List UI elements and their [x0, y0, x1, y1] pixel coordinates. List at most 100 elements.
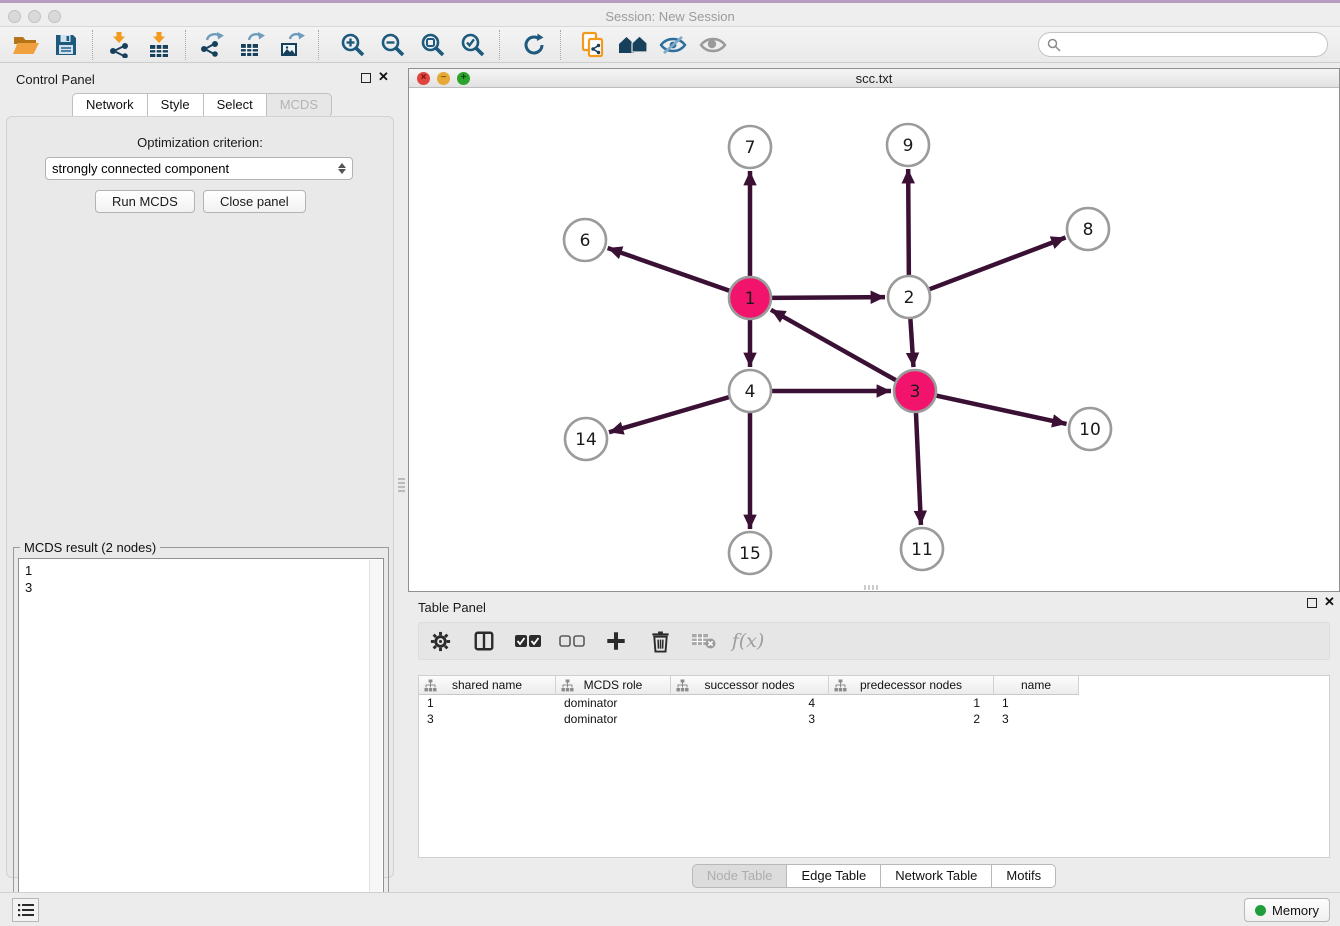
column-label: shared name — [452, 678, 522, 692]
run-mcds-button[interactable]: Run MCDS — [95, 190, 195, 213]
cell-successor-nodes[interactable]: 4 — [671, 695, 829, 711]
node-label-1: 1 — [745, 289, 756, 309]
hide-selected-icon[interactable] — [653, 29, 693, 61]
control-panel-header: Control Panel ✕ — [0, 63, 404, 93]
cell-shared-name[interactable]: 3 — [419, 711, 556, 727]
table-panel-tabs: Node TableEdge TableNetwork TableMotifs — [408, 864, 1340, 888]
node-table-rows: 1dominator4113dominator323 — [419, 695, 1329, 727]
copy-network-icon[interactable] — [573, 29, 613, 61]
cell-name[interactable]: 3 — [994, 711, 1079, 727]
column-label: predecessor nodes — [860, 678, 962, 692]
criterion-dropdown[interactable]: strongly connected component — [45, 157, 353, 180]
cell-predecessor-nodes[interactable]: 1 — [829, 695, 994, 711]
table-panel: Table Panel ✕ f(x) — [408, 592, 1340, 892]
control-panel-close-icon[interactable]: ✕ — [378, 69, 389, 85]
edge-2-8[interactable] — [929, 238, 1066, 290]
toolbar-separator — [92, 30, 93, 60]
edge-2-9[interactable] — [908, 169, 909, 276]
task-history-button[interactable] — [12, 898, 39, 922]
table-row[interactable]: 1dominator411 — [419, 695, 1329, 711]
panel-divider-grip[interactable] — [398, 478, 405, 494]
edge-3-11[interactable] — [916, 412, 921, 525]
control-panel-float-icon[interactable] — [361, 73, 371, 83]
column-label: successor nodes — [704, 678, 794, 692]
show-all-icon — [693, 29, 733, 61]
edge-2-3[interactable] — [910, 318, 913, 367]
node-label-6: 6 — [580, 231, 591, 251]
function-builder-icon: f(x) — [735, 628, 761, 654]
network-window-grip[interactable] — [864, 585, 880, 590]
column-header-name[interactable]: name — [994, 676, 1079, 695]
import-table-icon[interactable] — [139, 29, 179, 61]
table-panel-float-icon[interactable] — [1307, 598, 1317, 608]
mcds-result-box[interactable]: 1 3 — [18, 558, 384, 922]
tab-select[interactable]: Select — [203, 93, 266, 117]
tab-mcds[interactable]: MCDS — [266, 93, 332, 117]
export-network-icon[interactable] — [192, 29, 232, 61]
cell-name[interactable]: 1 — [994, 695, 1079, 711]
tab-style[interactable]: Style — [147, 93, 203, 117]
control-panel: Control Panel ✕ NetworkStyleSelectMCDS O… — [0, 63, 404, 892]
zoom-selected-icon[interactable] — [453, 29, 493, 61]
table-row[interactable]: 3dominator323 — [419, 711, 1329, 727]
refresh-layout-icon[interactable] — [514, 29, 554, 61]
save-session-icon[interactable] — [46, 29, 86, 61]
network-view-window: × − + scc.txt 7968124314101511 — [408, 68, 1340, 592]
column-header-MCDS-role[interactable]: MCDS role — [556, 676, 671, 695]
cell-MCDS-role[interactable]: dominator — [556, 711, 671, 727]
open-session-icon[interactable] — [6, 29, 46, 61]
import-network-icon[interactable] — [99, 29, 139, 61]
mcds-result-values: 1 3 — [19, 559, 383, 599]
search-field[interactable] — [1038, 32, 1328, 57]
toolbar-separator — [185, 30, 186, 60]
memory-button[interactable]: Memory — [1244, 898, 1330, 922]
close-panel-button[interactable]: Close panel — [203, 190, 306, 213]
optimization-criterion-label: Optimization criterion: — [7, 135, 393, 150]
zoom-out-icon[interactable] — [373, 29, 413, 61]
network-graph-canvas[interactable]: 7968124314101511 — [409, 88, 1339, 591]
tab-node-table[interactable]: Node Table — [692, 864, 787, 888]
cell-successor-nodes[interactable]: 3 — [671, 711, 829, 727]
control-panel-tabs: NetworkStyleSelectMCDS — [0, 93, 404, 117]
edge-1-6[interactable] — [608, 248, 731, 291]
table-panel-close-icon[interactable]: ✕ — [1324, 594, 1335, 610]
tab-network-table[interactable]: Network Table — [880, 864, 991, 888]
column-header-shared-name[interactable]: shared name — [419, 676, 556, 695]
node-label-9: 9 — [903, 136, 914, 156]
cell-shared-name[interactable]: 1 — [419, 695, 556, 711]
session-title: Session: New Session — [0, 9, 1340, 24]
select-all-checkboxes-icon[interactable] — [515, 628, 541, 654]
deselect-all-checkboxes-icon[interactable] — [559, 628, 585, 654]
cell-MCDS-role[interactable]: dominator — [556, 695, 671, 711]
node-table[interactable]: shared name MCDS role successor nodes prede… — [418, 675, 1330, 858]
result-scrollbar[interactable] — [369, 560, 382, 920]
delete-column-trash-icon[interactable] — [647, 628, 673, 654]
edge-3-10[interactable] — [936, 395, 1067, 423]
search-input[interactable] — [1066, 37, 1327, 52]
network-window-titlebar[interactable]: × − + scc.txt — [409, 69, 1339, 88]
tab-motifs[interactable]: Motifs — [991, 864, 1056, 888]
dropdown-spinner-icon — [338, 163, 346, 174]
mcds-result-fieldset: MCDS result (2 nodes) 1 3 — [13, 547, 389, 926]
edge-4-14[interactable] — [609, 397, 730, 432]
zoom-fit-icon[interactable] — [413, 29, 453, 61]
column-header-predecessor-nodes[interactable]: predecessor nodes — [829, 676, 994, 695]
node-label-4: 4 — [745, 382, 756, 402]
zoom-in-icon[interactable] — [333, 29, 373, 61]
tab-network[interactable]: Network — [72, 93, 147, 117]
network-window-title: scc.txt — [409, 71, 1339, 86]
status-bar: Memory — [0, 892, 1340, 926]
delete-table-icon — [691, 628, 717, 654]
home-view-icon[interactable] — [613, 29, 653, 61]
gear-icon[interactable] — [427, 628, 453, 654]
cell-predecessor-nodes[interactable]: 2 — [829, 711, 994, 727]
column-header-successor-nodes[interactable]: successor nodes — [671, 676, 829, 695]
edge-3-1[interactable] — [771, 310, 897, 381]
add-column-icon[interactable] — [603, 628, 629, 654]
edge-1-2[interactable] — [771, 297, 885, 298]
columns-icon[interactable] — [471, 628, 497, 654]
tab-edge-table[interactable]: Edge Table — [786, 864, 880, 888]
export-image-icon[interactable] — [272, 29, 312, 61]
export-table-icon[interactable] — [232, 29, 272, 61]
criterion-value: strongly connected component — [52, 161, 229, 176]
